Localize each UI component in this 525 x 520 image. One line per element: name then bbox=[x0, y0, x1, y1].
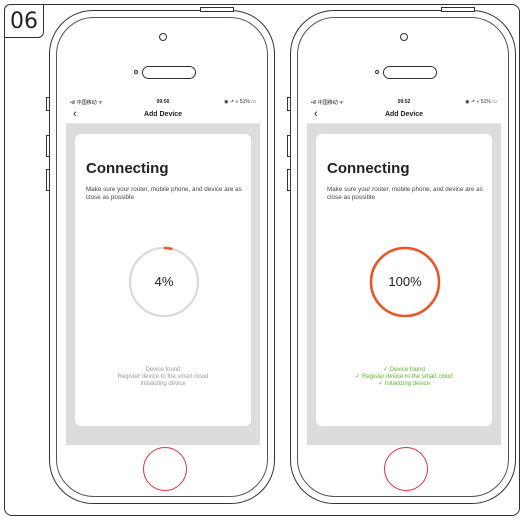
phone-left: •ıll 中国移动 ᯤ 09:50 ◉ ⬏ ◗ 51% ▭ ‹ Add Devi… bbox=[46, 7, 275, 504]
step-initializing: ✓ Initializing device bbox=[377, 381, 431, 387]
progress-percent: 100% bbox=[388, 274, 422, 289]
volume-up-button bbox=[46, 135, 50, 157]
connecting-card: Connecting Make sure your router, mobile… bbox=[75, 134, 251, 426]
status-bar: •ıll 中国移动 ᯤ 09:50 ◉ ⬏ ◗ 51% ▭ bbox=[66, 97, 260, 107]
sensor-icon bbox=[375, 70, 379, 74]
connection-steps: Device found Register device to the smar… bbox=[75, 367, 251, 388]
home-button[interactable] bbox=[143, 447, 187, 491]
step-device-found: Device found bbox=[145, 367, 181, 373]
nav-title: Add Device bbox=[143, 111, 183, 118]
step-register-cloud: ✓ Register device to the smart cloud bbox=[355, 374, 453, 380]
phone-right: •ıll 中国移动 ᯤ 09:52 ◉ ⬏ ◗ 51% ▭ ‹ Add Devi… bbox=[287, 7, 516, 504]
power-button bbox=[441, 7, 475, 12]
status-icons: ◉ ⬏ ◗ 51% ▭ bbox=[465, 99, 497, 105]
mute-switch bbox=[287, 97, 291, 111]
phone-screen: •ıll 中国移动 ᯤ 09:52 ◉ ⬏ ◗ 51% ▭ ‹ Add Devi… bbox=[307, 97, 501, 445]
nav-bar: ‹ Add Device bbox=[66, 107, 260, 124]
speaker-grille bbox=[142, 66, 196, 79]
volume-down-button bbox=[46, 169, 50, 191]
progress-percent: 4% bbox=[154, 274, 174, 289]
proximity-hint: Make sure your router, mobile phone, and… bbox=[86, 186, 242, 201]
volume-down-button bbox=[287, 169, 291, 191]
connecting-heading: Connecting bbox=[86, 160, 169, 177]
camera-icon bbox=[159, 33, 167, 41]
status-bar: •ıll 中国移动 ᯤ 09:52 ◉ ⬏ ◗ 51% ▭ bbox=[307, 97, 501, 107]
connecting-card: Connecting Make sure your router, mobile… bbox=[316, 134, 492, 426]
camera-icon bbox=[400, 33, 408, 41]
status-icons: ◉ ⬏ ◗ 51% ▭ bbox=[224, 99, 256, 105]
volume-up-button bbox=[287, 135, 291, 157]
connection-steps: ✓ Device found ✓ Register device to the … bbox=[316, 367, 492, 388]
step-number: 06 bbox=[4, 4, 44, 38]
power-button bbox=[200, 7, 234, 12]
nav-title: Add Device bbox=[384, 111, 424, 118]
sensor-icon bbox=[134, 70, 138, 74]
step-register-cloud: Register device to the smart cloud bbox=[117, 374, 209, 380]
mute-switch bbox=[46, 97, 50, 111]
phone-screen: •ıll 中国移动 ᯤ 09:50 ◉ ⬏ ◗ 51% ▭ ‹ Add Devi… bbox=[66, 97, 260, 445]
proximity-hint: Make sure your router, mobile phone, and… bbox=[327, 186, 483, 201]
nav-bar: ‹ Add Device bbox=[307, 107, 501, 124]
step-initializing: Initializing device bbox=[140, 381, 186, 387]
home-button[interactable] bbox=[384, 447, 428, 491]
connecting-heading: Connecting bbox=[327, 160, 410, 177]
step-device-found: ✓ Device found bbox=[383, 367, 425, 373]
speaker-grille bbox=[383, 66, 437, 79]
